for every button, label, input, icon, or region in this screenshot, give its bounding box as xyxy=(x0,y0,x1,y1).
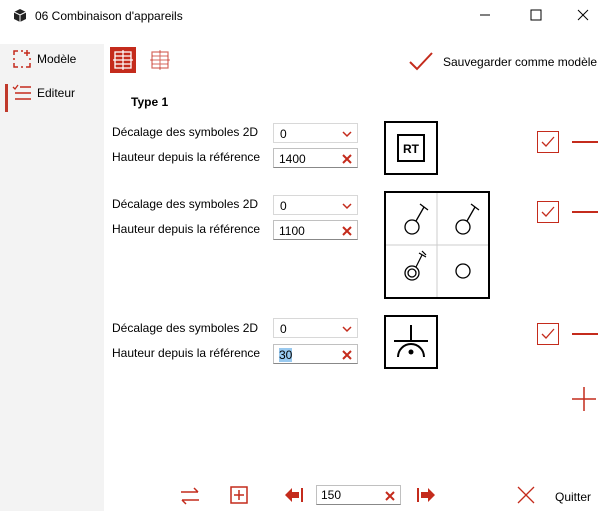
offset-label: Décalage des symboles 2D xyxy=(112,321,259,335)
close-icon xyxy=(577,9,589,21)
close-button[interactable] xyxy=(560,0,601,30)
sidebar-item-label: Modèle xyxy=(37,52,77,66)
symbol-switch-grid[interactable] xyxy=(384,191,490,299)
remove-row-button[interactable] xyxy=(572,211,598,213)
symbol-rt[interactable]: RT xyxy=(384,121,438,175)
height-value: 1100 xyxy=(279,224,305,238)
chevron-down-icon xyxy=(342,326,352,333)
check-icon xyxy=(541,136,555,147)
offset-value: 0 xyxy=(280,127,287,141)
svg-text:RT: RT xyxy=(403,142,420,156)
swap-icon[interactable] xyxy=(178,486,202,506)
list-edit-icon xyxy=(12,84,31,100)
sidebar-item-editeur[interactable]: Editeur xyxy=(0,78,104,112)
add-square-icon[interactable] xyxy=(229,485,249,505)
height-value: 30 xyxy=(279,348,293,362)
height-field[interactable]: 1400 xyxy=(273,148,358,168)
maximize-icon xyxy=(530,9,542,21)
add-row-button[interactable] xyxy=(571,386,597,412)
window-title: 06 Combinaison d'appareils xyxy=(35,9,183,23)
offset-select[interactable]: 0 xyxy=(273,123,358,143)
minimize-button[interactable] xyxy=(462,0,508,30)
grid-alt-icon xyxy=(150,50,170,70)
type-title: Type 1 xyxy=(131,95,169,109)
remove-row-button[interactable] xyxy=(572,333,598,335)
grid-layout-icon xyxy=(113,50,133,70)
switch-grid-icon xyxy=(386,193,488,297)
remove-row-button[interactable] xyxy=(572,141,598,143)
maximize-button[interactable] xyxy=(513,0,559,30)
title-bar: 06 Combinaison d'appareils xyxy=(0,0,601,30)
offset-select[interactable]: 0 xyxy=(273,318,358,338)
save-as-template-button[interactable] xyxy=(408,50,434,74)
offset-value: 0 xyxy=(280,322,287,336)
floor-socket-icon xyxy=(394,325,428,358)
chevron-down-icon xyxy=(342,131,352,138)
quit-icon[interactable] xyxy=(516,485,536,505)
height-field[interactable]: 1100 xyxy=(273,220,358,240)
save-as-template-label[interactable]: Sauvegarder comme modèle xyxy=(443,55,597,69)
grid-alt-button[interactable] xyxy=(147,47,173,73)
clear-icon[interactable] xyxy=(342,154,352,164)
sidebar-item-label: Editeur xyxy=(37,86,76,100)
height-value: 1400 xyxy=(279,152,306,166)
height-label: Hauteur depuis la référence xyxy=(112,222,261,236)
dashed-add-icon xyxy=(13,50,31,68)
offset-value: 0 xyxy=(280,199,287,213)
minimize-icon xyxy=(480,14,490,16)
check-icon xyxy=(541,206,555,217)
check-icon xyxy=(541,328,555,339)
quit-label[interactable]: Quitter xyxy=(555,490,591,504)
page-input[interactable]: 150 xyxy=(316,485,401,505)
height-label: Hauteur depuis la référence xyxy=(112,346,261,360)
height-field[interactable]: 30 xyxy=(273,344,358,364)
rt-socket-icon: RT xyxy=(397,134,425,162)
app-icon xyxy=(13,9,27,22)
sidebar: Modèle Editeur xyxy=(0,44,104,511)
previous-arrow-icon[interactable] xyxy=(284,487,304,503)
offset-label: Décalage des symboles 2D xyxy=(112,197,259,211)
offset-label: Décalage des symboles 2D xyxy=(112,125,259,139)
chevron-down-icon xyxy=(342,203,352,210)
row-checkbox[interactable] xyxy=(537,323,559,345)
height-label: Hauteur depuis la référence xyxy=(112,150,261,164)
clear-icon[interactable] xyxy=(385,491,395,501)
clear-icon[interactable] xyxy=(342,226,352,236)
active-indicator xyxy=(5,84,8,112)
next-arrow-icon[interactable] xyxy=(416,487,436,503)
page-value: 150 xyxy=(321,488,342,502)
grid-layout-button[interactable] xyxy=(110,47,136,73)
sidebar-item-modele[interactable]: Modèle xyxy=(0,44,104,74)
symbol-socket[interactable] xyxy=(384,315,438,369)
row-checkbox[interactable] xyxy=(537,201,559,223)
offset-select[interactable]: 0 xyxy=(273,195,358,215)
clear-icon[interactable] xyxy=(342,350,352,360)
row-checkbox[interactable] xyxy=(537,131,559,153)
